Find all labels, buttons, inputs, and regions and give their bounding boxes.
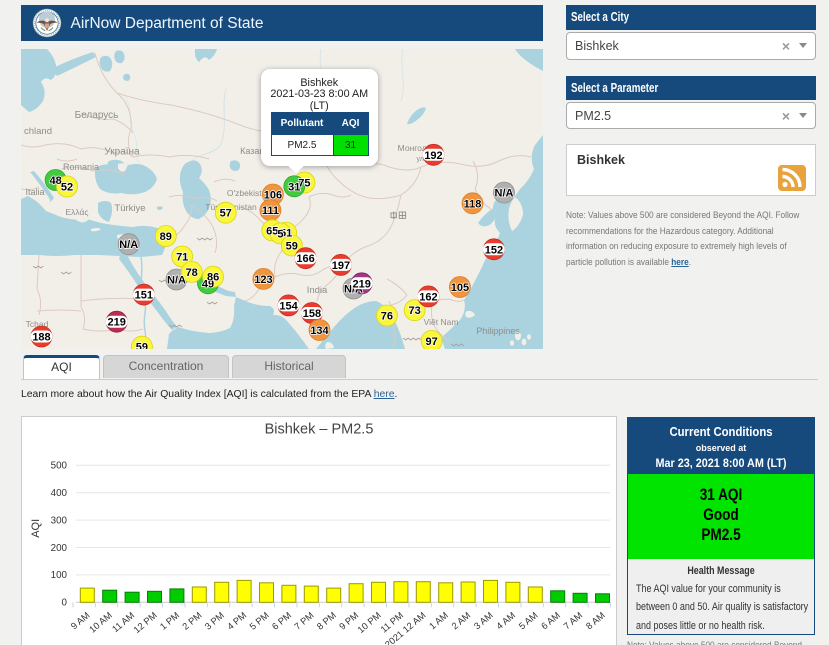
- svg-text:N/A: N/A: [495, 187, 514, 199]
- svg-text:11 AM: 11 AM: [110, 610, 136, 634]
- svg-text:chland: chland: [24, 126, 52, 137]
- svg-text:123: 123: [254, 273, 272, 285]
- svg-text:118: 118: [464, 198, 482, 210]
- svg-text:86: 86: [207, 271, 219, 283]
- svg-text:89: 89: [160, 231, 172, 243]
- svg-text:5: 5: [277, 228, 283, 240]
- svg-text:52: 52: [61, 181, 73, 193]
- svg-text:Ελλάς: Ελλάς: [65, 207, 88, 217]
- svg-text:8 AM: 8 AM: [584, 610, 607, 631]
- svg-text:1 AM: 1 AM: [427, 610, 450, 631]
- svg-text:57: 57: [220, 207, 232, 219]
- svg-text:105: 105: [451, 282, 469, 294]
- svg-text:111: 111: [262, 205, 279, 217]
- svg-text:7 AM: 7 AM: [562, 610, 585, 631]
- svg-text:188: 188: [32, 331, 50, 343]
- svg-text:Romania: Romania: [63, 162, 99, 172]
- svg-text:2 AM: 2 AM: [450, 610, 473, 631]
- svg-text:5 PM: 5 PM: [248, 610, 271, 632]
- svg-text:219: 219: [108, 316, 126, 328]
- svg-text:500: 500: [51, 461, 68, 472]
- svg-text:76: 76: [381, 310, 393, 322]
- svg-text:3 AM: 3 AM: [472, 610, 495, 631]
- svg-text:Беларусь: Беларусь: [75, 110, 119, 121]
- svg-text:31: 31: [288, 181, 300, 193]
- svg-text:300: 300: [51, 515, 68, 526]
- svg-text:1 PM: 1 PM: [158, 610, 181, 632]
- svg-text:97: 97: [425, 335, 437, 347]
- svg-text:152: 152: [485, 244, 503, 256]
- svg-text:India: India: [307, 285, 328, 296]
- svg-text:78: 78: [186, 266, 198, 278]
- svg-text:6 AM: 6 AM: [539, 610, 562, 631]
- svg-text:Bishkek – PM2.5: Bishkek – PM2.5: [265, 422, 374, 438]
- svg-text:Viêt Nam: Viêt Nam: [424, 317, 459, 327]
- svg-text:5 AM: 5 AM: [517, 610, 540, 631]
- svg-text:162: 162: [419, 291, 437, 303]
- svg-text:Україна: Україна: [104, 146, 140, 157]
- svg-text:59: 59: [286, 240, 298, 252]
- svg-text:Türkiye: Türkiye: [114, 203, 145, 214]
- svg-text:166: 166: [296, 253, 314, 265]
- svg-text:197: 197: [332, 259, 350, 271]
- svg-text:400: 400: [51, 488, 68, 499]
- svg-text:134: 134: [310, 325, 329, 337]
- svg-text:71: 71: [176, 251, 188, 263]
- svg-text:151: 151: [135, 289, 153, 301]
- svg-text:N/A: N/A: [167, 274, 186, 286]
- svg-text:59: 59: [136, 341, 148, 348]
- svg-text:8 PM: 8 PM: [315, 610, 338, 632]
- svg-text:12 PM: 12 PM: [132, 610, 159, 635]
- svg-text:200: 200: [51, 543, 68, 554]
- svg-text:192: 192: [424, 149, 442, 161]
- svg-text:4 AM: 4 AM: [495, 610, 518, 631]
- svg-text:Italia: Italia: [25, 187, 44, 197]
- svg-text:AQI: AQI: [30, 519, 42, 538]
- svg-text:10 PM: 10 PM: [356, 610, 383, 635]
- svg-text:158: 158: [303, 308, 321, 320]
- svg-text:219: 219: [353, 278, 371, 290]
- svg-text:10 AM: 10 AM: [87, 610, 114, 635]
- svg-text:48: 48: [49, 175, 61, 187]
- svg-text:0: 0: [62, 598, 68, 609]
- svg-text:2 PM: 2 PM: [181, 610, 204, 632]
- svg-text:Philippines: Philippines: [476, 326, 520, 336]
- svg-text:N/A: N/A: [119, 239, 138, 251]
- svg-text:3 PM: 3 PM: [203, 610, 226, 632]
- svg-text:106: 106: [264, 189, 282, 201]
- svg-text:6 PM: 6 PM: [270, 610, 293, 632]
- svg-text:154: 154: [279, 300, 298, 312]
- svg-text:73: 73: [408, 305, 420, 317]
- svg-text:7 PM: 7 PM: [293, 610, 316, 632]
- svg-text:100: 100: [51, 570, 68, 581]
- svg-text:4 PM: 4 PM: [225, 610, 248, 632]
